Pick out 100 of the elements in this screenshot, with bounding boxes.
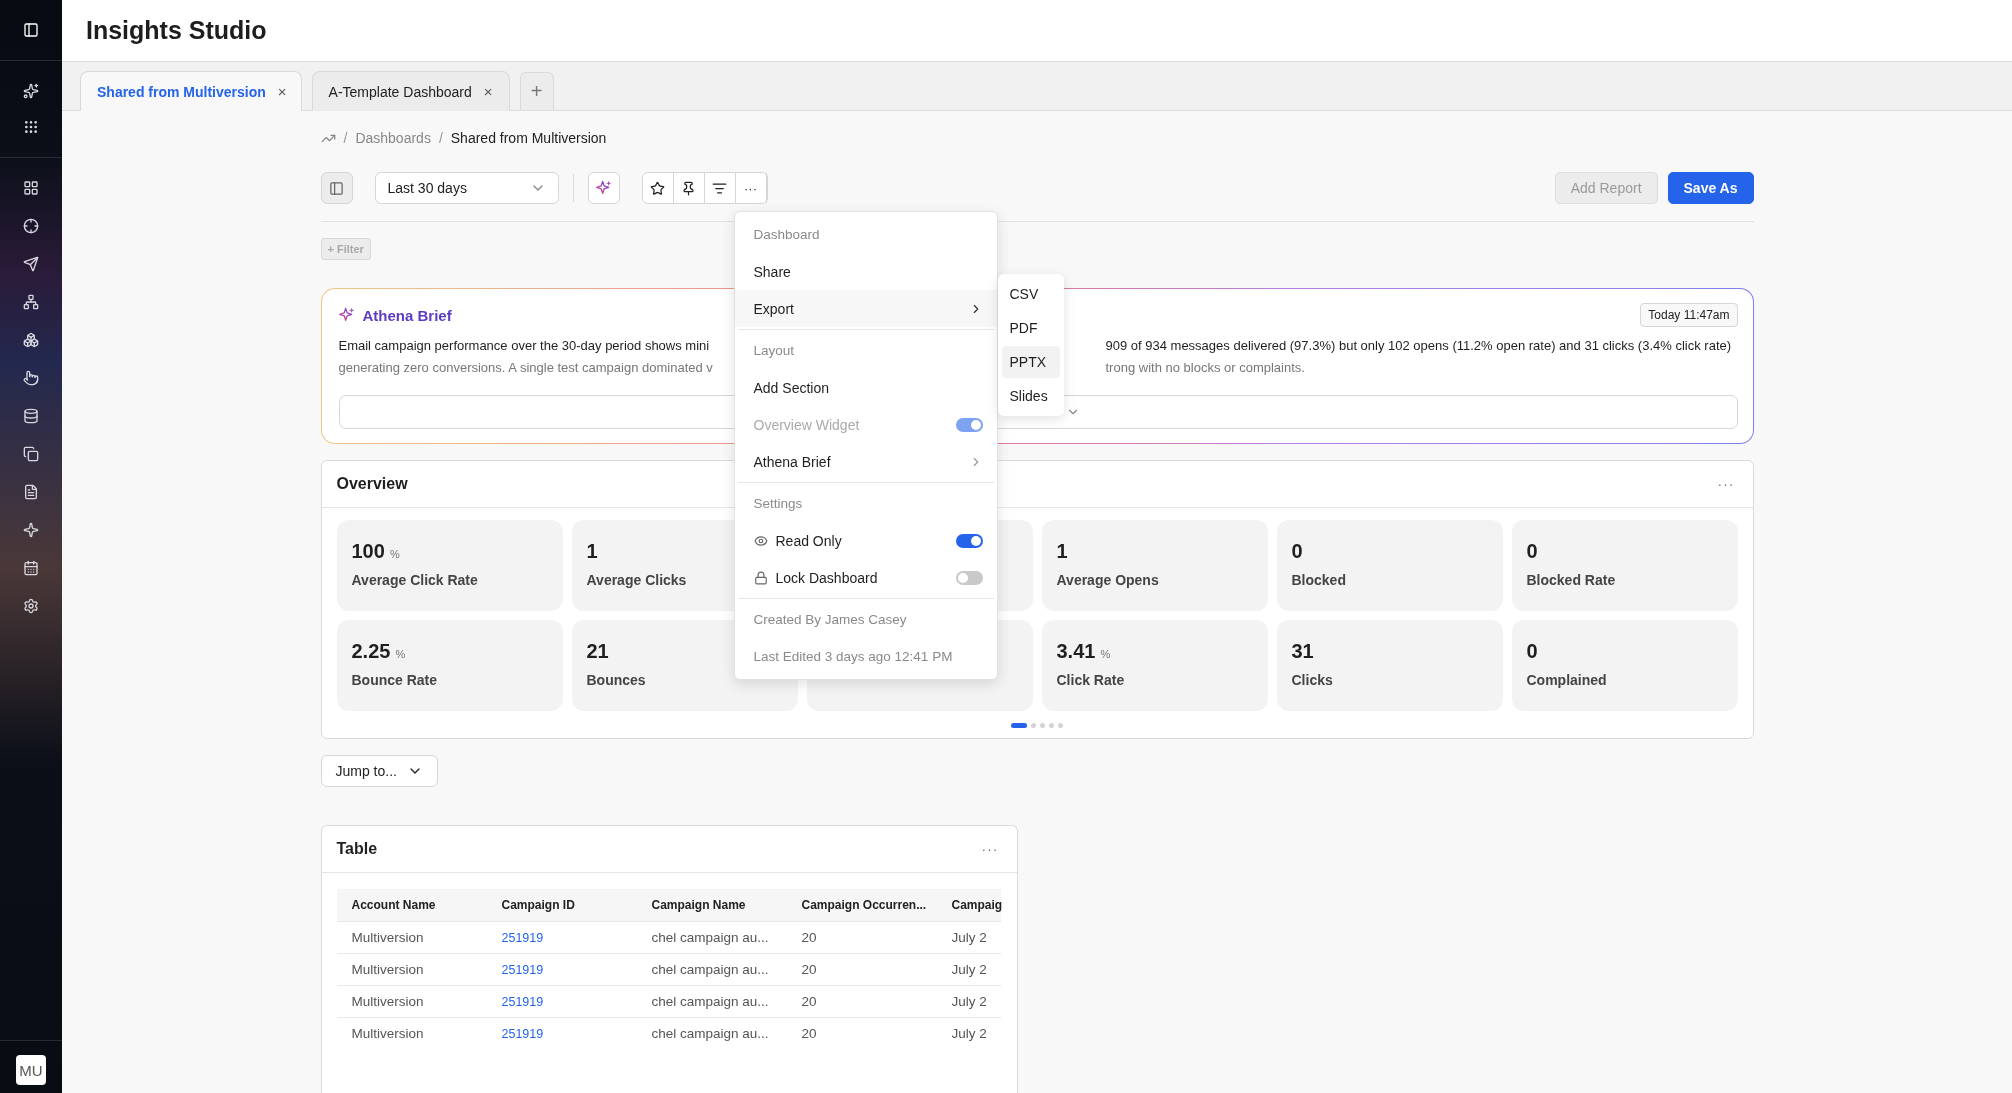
date-range-select[interactable]: Last 30 days <box>374 172 559 204</box>
table-cell: July 2 <box>936 985 1001 1018</box>
menu-item[interactable]: Athena Brief <box>734 443 997 480</box>
metric-label: Click Rate <box>1056 672 1125 688</box>
metric-label: Bounces <box>586 672 646 688</box>
metric-value: 1 <box>1056 540 1068 563</box>
brief-text: generating zero conversions. A single test campaign dominated v <box>338 359 714 377</box>
shapes-icon[interactable] <box>23 332 39 348</box>
table-cell: 20 <box>786 1017 937 1049</box>
page-dot[interactable] <box>1058 723 1063 728</box>
breadcrumb-link[interactable]: Shared from Multiversion <box>450 130 607 146</box>
column-header: Account Name <box>336 889 487 922</box>
submenu-item[interactable]: Slides <box>1001 380 1060 412</box>
table-cell: 20 <box>786 985 937 1018</box>
jump-to-button[interactable]: Jump to... <box>320 755 438 787</box>
campaign-id-link[interactable]: 251919 <box>501 963 544 977</box>
hierarchy-icon[interactable] <box>23 294 39 310</box>
menu-item[interactable]: Add Section <box>734 369 997 406</box>
copy-icon[interactable] <box>23 446 39 462</box>
add-tab-button[interactable]: + <box>519 72 554 110</box>
submenu-item[interactable]: CSV <box>1001 278 1060 310</box>
metric-value: 0 <box>1526 640 1538 663</box>
menu-section-label: Layout <box>752 342 796 360</box>
submenu-item[interactable]: PDF <box>1001 312 1060 344</box>
menu-section-label: Dashboard <box>752 226 821 244</box>
breadcrumb-separator: / <box>438 130 443 146</box>
close-icon[interactable]: × <box>277 83 287 100</box>
table-cell: Multiversion <box>336 953 487 986</box>
page-dot[interactable] <box>1049 723 1054 728</box>
document-icon[interactable] <box>23 484 39 500</box>
menu-section-label: Settings <box>752 495 804 513</box>
close-icon[interactable]: × <box>483 83 493 100</box>
ai-button[interactable] <box>587 172 620 204</box>
section-title: Table <box>336 840 378 858</box>
metric-label: Bounce Rate <box>351 672 438 688</box>
metric-label: Average Opens <box>1056 572 1159 588</box>
sparkle-icon <box>338 307 355 323</box>
toggle-switch[interactable] <box>955 570 983 585</box>
target-icon[interactable] <box>23 218 39 234</box>
lock-icon <box>753 570 768 585</box>
table-cell: chel campaign au... <box>636 953 787 986</box>
breadcrumb-separator: / <box>343 130 348 146</box>
dashboard-tab[interactable]: A-Template Dashboard × <box>311 71 510 111</box>
toggle-switch[interactable] <box>955 533 983 548</box>
page-dot[interactable] <box>1040 723 1045 728</box>
metric-unit: % <box>1100 648 1111 660</box>
brief-text: 909 of 934 messages delivered (97.3%) but only 102 opens (11.2% open rate) and 31 clicks (3.4% click rate) <box>1105 337 1733 355</box>
pin-icon <box>681 180 696 196</box>
panel-icon[interactable] <box>23 22 39 38</box>
metric-label: Average Click Rate <box>351 572 478 588</box>
section-title: Overview <box>336 475 408 493</box>
table-cell: July 2 <box>936 1017 1001 1049</box>
menu-info-text: Created By James Casey <box>752 611 908 629</box>
settings-icon[interactable] <box>23 598 39 614</box>
menu-info-text: Last Edited 3 days ago 12:41 PM <box>752 648 954 666</box>
more-button[interactable]: ··· <box>1717 476 1735 492</box>
submenu-item[interactable]: PPTX <box>1001 346 1060 378</box>
brief-text: Email campaign performance over the 30-day period shows mini <box>338 337 711 355</box>
tab-label: A-Template Dashboard <box>328 83 472 100</box>
grid-icon[interactable] <box>23 180 39 196</box>
campaign-id-link[interactable]: 251919 <box>501 931 544 945</box>
sparkles-icon[interactable] <box>23 83 39 99</box>
panel-toggle-button[interactable] <box>320 172 353 204</box>
sparkle-icon <box>595 180 612 196</box>
metric-value: 2.25 <box>351 640 391 663</box>
menu-toggle-item[interactable]: Read Only <box>734 522 997 559</box>
metric-value: 3.41 <box>1056 640 1096 663</box>
dashboard-tab[interactable]: Shared from Multiversion × <box>80 71 302 111</box>
database-icon[interactable] <box>23 408 39 424</box>
metric-value: 21 <box>586 640 609 663</box>
metric-value: 100 <box>351 540 385 563</box>
table-cell: 20 <box>786 953 937 986</box>
more-button[interactable]: ··· <box>981 841 999 857</box>
brief-title: Athena Brief <box>362 306 452 324</box>
page-dot[interactable] <box>1031 723 1036 728</box>
metric-unit: % <box>395 648 406 660</box>
apps-grid-icon[interactable] <box>23 119 39 135</box>
eye-icon <box>753 533 768 548</box>
tab-label: Shared from Multiversion <box>97 83 266 100</box>
table-cell: Multiversion <box>336 921 487 954</box>
metric-unit: % <box>389 548 400 560</box>
sparkle-icon[interactable] <box>23 522 39 538</box>
save-as-button[interactable]: Save As <box>1667 172 1754 204</box>
table-cell: chel campaign au... <box>636 921 787 954</box>
campaign-id-link[interactable]: 251919 <box>501 1027 544 1041</box>
column-header: Campaign Name <box>636 889 787 922</box>
metric-label: Blocked Rate <box>1526 572 1616 588</box>
campaign-id-link[interactable]: 251919 <box>501 995 544 1009</box>
panel-icon <box>329 180 344 196</box>
calendar-icon[interactable] <box>23 560 39 576</box>
send-icon[interactable] <box>23 256 39 272</box>
table-cell: 20 <box>786 921 937 954</box>
timestamp: Today 11:47am <box>1640 303 1738 327</box>
menu-toggle-item[interactable]: Lock Dashboard <box>734 559 997 596</box>
brief-text: trong with no blocks or complaints. <box>1105 359 1306 377</box>
pointer-icon[interactable] <box>23 370 39 386</box>
user-avatar[interactable]: MU <box>16 1055 46 1085</box>
metric-value: 0 <box>1526 540 1538 563</box>
column-header: Campaign Occurren... <box>786 889 937 922</box>
star-icon <box>650 180 665 196</box>
